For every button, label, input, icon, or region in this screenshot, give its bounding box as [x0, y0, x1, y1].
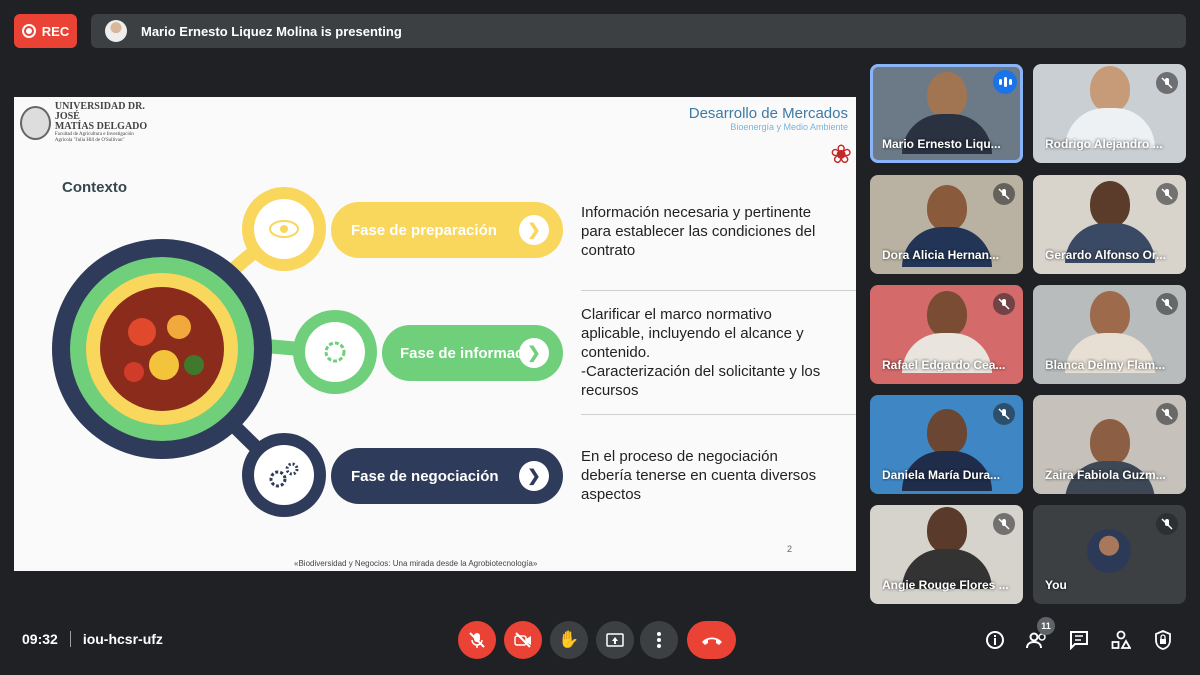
- meeting-code[interactable]: iou-hcsr-ufz: [83, 631, 163, 647]
- participant-name: Rafael Edgardo Cea...: [882, 358, 1006, 372]
- hand-icon: ✋: [558, 630, 580, 649]
- mic-off-icon: [1156, 183, 1178, 205]
- flower-photo: [100, 287, 224, 411]
- participant-name: Blanca Delmy Flam...: [1045, 358, 1166, 372]
- mic-off-icon: [1156, 72, 1178, 94]
- people-count-badge: 11: [1037, 617, 1055, 635]
- phase-negotiation-label: Fase de negociación: [351, 467, 499, 485]
- phase-information-pill: Fase de información ❯: [382, 325, 563, 381]
- participant-name: Rodrigo Alejandro ...: [1045, 137, 1163, 151]
- present-screen-button[interactable]: [596, 621, 634, 659]
- participant-tile[interactable]: Mario Ernesto Liqu...: [870, 64, 1023, 163]
- top-bar: REC Mario Ernesto Liquez Molina is prese…: [0, 0, 1200, 62]
- chat-button[interactable]: [1066, 627, 1092, 653]
- participant-name: Gerardo Alfonso Or...: [1045, 248, 1166, 262]
- participant-name: Mario Ernesto Liqu...: [882, 137, 1001, 151]
- phase-negotiation-pill: Fase de negociación ❯: [331, 448, 563, 504]
- participant-tile[interactable]: Blanca Delmy Flam...: [1033, 285, 1186, 384]
- activities-button[interactable]: [1108, 627, 1134, 653]
- participant-tile[interactable]: Dora Alicia Hernan...: [870, 175, 1023, 274]
- chevron-right-icon: ❯: [519, 215, 549, 245]
- chevron-right-icon: ❯: [519, 461, 549, 491]
- host-controls-button[interactable]: [1150, 627, 1176, 653]
- chat-icon: [1070, 631, 1088, 650]
- phase-preparation-label: Fase de preparación: [351, 221, 497, 239]
- activities-icon: [1111, 630, 1131, 649]
- divider: [581, 414, 856, 415]
- participant-tile[interactable]: Rafael Edgardo Cea...: [870, 285, 1023, 384]
- shield-lock-icon: [1155, 630, 1171, 650]
- participant-tile[interactable]: Angie Rouge Flores ...: [870, 505, 1023, 604]
- chevron-right-icon: ❯: [519, 338, 549, 368]
- divider: [581, 290, 856, 291]
- camera-toggle-button[interactable]: [504, 621, 542, 659]
- slide-page-number: 2: [787, 544, 793, 554]
- meeting-info: 09:32 iou-hcsr-ufz: [22, 631, 163, 647]
- mic-off-icon: [993, 403, 1015, 425]
- more-options-button[interactable]: [640, 621, 678, 659]
- participant-tile[interactable]: Rodrigo Alejandro ...: [1033, 64, 1186, 163]
- participant-name: You: [1045, 578, 1067, 592]
- participant-tile[interactable]: Gerardo Alfonso Or...: [1033, 175, 1186, 274]
- mic-off-icon: [1156, 403, 1178, 425]
- mic-off-icon: [1156, 513, 1178, 535]
- shared-screen: UNIVERSIDAD DR. JOSÉ MATÍAS DELGADO Facu…: [14, 97, 856, 571]
- mic-off-icon: [993, 293, 1015, 315]
- camera-off-icon: [514, 632, 531, 648]
- recording-indicator: REC: [14, 14, 77, 48]
- participant-name: Dora Alicia Hernan...: [882, 248, 999, 262]
- phase-information-description: Clarificar el marco normativo aplicable,…: [581, 306, 821, 399]
- end-call-button[interactable]: [687, 621, 736, 659]
- participant-name: Zaira Fabiola Guzm...: [1045, 468, 1166, 482]
- recording-label: REC: [41, 23, 70, 39]
- participant-tile[interactable]: Daniela María Dura...: [870, 395, 1023, 494]
- microphone-toggle-button[interactable]: [458, 621, 496, 659]
- record-icon: [21, 24, 36, 38]
- participant-tile-self[interactable]: You: [1033, 505, 1186, 604]
- participant-tile[interactable]: Zaira Fabiola Guzm...: [1033, 395, 1186, 494]
- self-avatar: [1087, 529, 1131, 573]
- phase-preparation-pill: Fase de preparación ❯: [331, 202, 563, 258]
- divider: [69, 631, 71, 647]
- raise-hand-button[interactable]: ✋: [550, 621, 588, 659]
- clock-time: 09:32: [22, 631, 58, 647]
- phase-preparation-description: Información necesaria y pertinente para …: [581, 204, 816, 259]
- present-icon: [606, 633, 624, 647]
- speaking-indicator-icon: [993, 70, 1017, 94]
- participant-name: Daniela María Dura...: [882, 468, 1001, 482]
- presenter-banner: Mario Ernesto Liquez Molina is presentin…: [91, 14, 1186, 48]
- more-vert-icon: [657, 632, 661, 648]
- phase-negotiation-description: En el proceso de negociación debería ten…: [581, 448, 817, 503]
- phone-hangup-icon: [701, 637, 722, 645]
- mic-off-icon: [469, 632, 485, 648]
- meeting-details-button[interactable]: [982, 627, 1008, 653]
- participant-name: Angie Rouge Flores ...: [882, 578, 1009, 592]
- mic-off-icon: [993, 183, 1015, 205]
- presenter-banner-text: Mario Ernesto Liquez Molina is presentin…: [141, 23, 402, 39]
- slide-footer: «Biodiversidad y Negocios: Una mirada de…: [294, 559, 538, 568]
- presenter-avatar: [105, 20, 127, 42]
- info-icon: [986, 631, 1004, 649]
- mic-off-icon: [1156, 293, 1178, 315]
- bottom-toolbar: 09:32 iou-hcsr-ufz ✋: [0, 612, 1200, 675]
- mic-off-icon: [993, 513, 1015, 535]
